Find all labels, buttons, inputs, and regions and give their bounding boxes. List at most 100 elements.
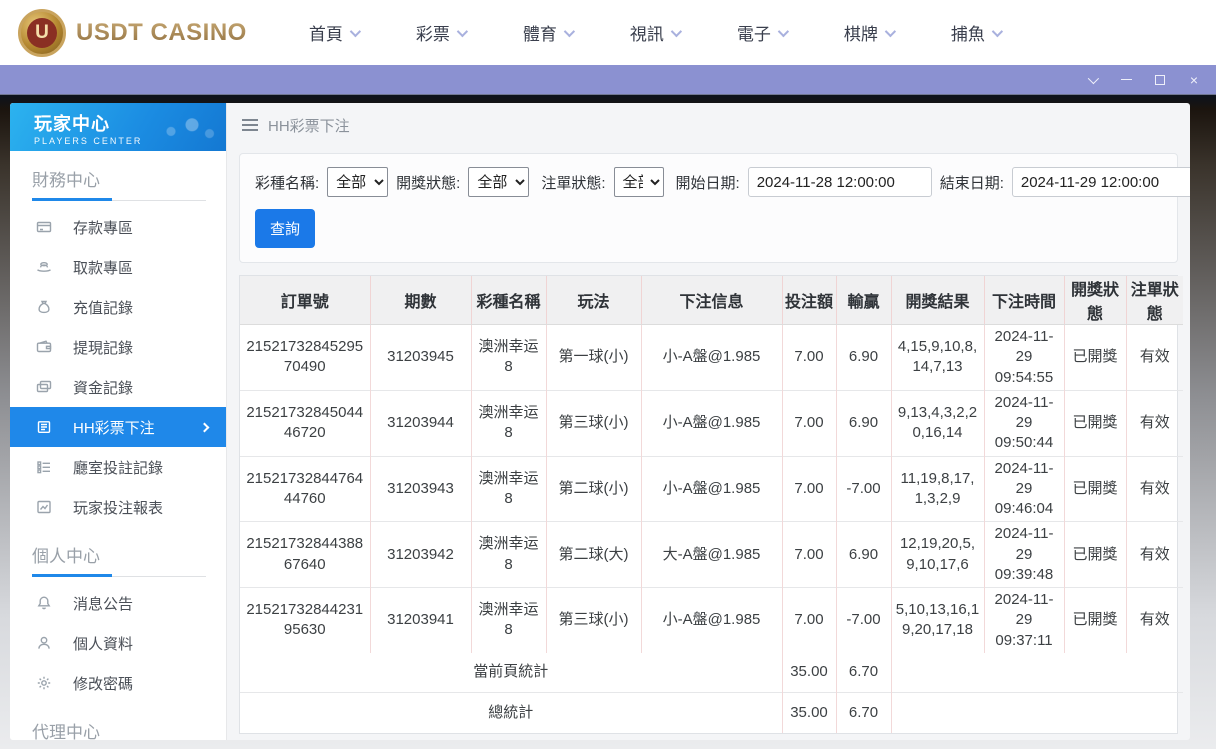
usdt-logo-icon: U [18, 8, 66, 57]
sidebar-item-label: 廳室投註記錄 [73, 459, 164, 477]
bets-table: 訂單號 期數 彩種名稱 玩法 下注信息 投注額 輸贏 開獎結果 下注時間 開獎狀態 注單狀態 215… [240, 276, 1183, 733]
cell-order-no: 2152173284423195630 [240, 586, 370, 653]
start-date-input[interactable] [747, 167, 932, 197]
column-header-bet-time: 下注時間 [983, 276, 1064, 325]
cell-bet-time: 2024-11-29 09:50:44 [983, 389, 1064, 456]
search-button[interactable]: 查詢 [255, 209, 316, 248]
chevron-down-icon [456, 25, 468, 37]
table-row: 2152173284438867640 31203942 澳洲幸运8 第二球(大) 大-… [240, 521, 1183, 588]
cell-order-status: 有效 [1125, 586, 1183, 653]
sidebar-section-title: 個人中心 [32, 547, 100, 566]
order-status-select[interactable]: 全部 [613, 167, 664, 197]
total-summary-row: 總統計 35.00 6.70 [240, 692, 1183, 733]
sidebar-banner-subtitle: PLAYERS CENTER [34, 136, 143, 146]
sidebar-section: 個人中心消息公告 個人資料 修改密碼 [10, 527, 226, 703]
sidebar-item[interactable]: 充值記錄 [10, 287, 226, 327]
cell-lottery-name: 澳洲幸运8 [470, 586, 546, 653]
chevron-down-icon [991, 25, 1003, 37]
lottery-ledger-icon [37, 421, 51, 433]
nav-item-6[interactable]: 棋牌 [844, 20, 896, 45]
cell-order-status: 有效 [1125, 324, 1183, 391]
draw-status-label: 開獎狀態: [396, 174, 461, 192]
column-header-win-loss: 輸贏 [835, 276, 891, 325]
cell-lottery-name: 澳洲幸运8 [470, 455, 546, 522]
table-header-row: 訂單號 期數 彩種名稱 玩法 下注信息 投注額 輸贏 開獎結果 下注時間 開獎狀態 注單狀態 [240, 276, 1183, 325]
end-date-input[interactable] [1011, 167, 1190, 197]
cell-play-type: 第三球(小) [545, 389, 641, 456]
section-divider [32, 198, 206, 201]
cell-bet-time: 2024-11-29 09:39:48 [983, 521, 1064, 588]
lottery-name-select[interactable]: 全部 [327, 167, 389, 197]
background-stage: 玩家中心 PLAYERS CENTER 財務中心存款專區 取款專區充值記錄提現記錄… [0, 95, 1216, 749]
cell-draw-status: 已開獎 [1063, 324, 1126, 391]
cell-draw-status: 已開獎 [1063, 586, 1126, 653]
cell-period: 31203944 [369, 389, 471, 456]
main-content: HH彩票下注 彩種名稱: 全部 開獎狀態: 全部 注單狀態: 全部 開始日期: … [227, 103, 1190, 740]
app-panel: 玩家中心 PLAYERS CENTER 財務中心存款專區 取款專區充值記錄提現記錄… [10, 103, 1190, 740]
sidebar-item[interactable]: 取款專區 [10, 247, 226, 287]
sidebar-section-title: 代理中心 [32, 723, 100, 740]
cell-bet-info: 小-A盤@1.985 [640, 586, 782, 653]
cell-win-loss: 6.90 [835, 521, 891, 588]
draw-status-select[interactable]: 全部 [468, 167, 530, 197]
withdraw-hand-icon [37, 261, 51, 272]
column-header-order-no: 訂單號 [240, 276, 370, 325]
cell-lottery-name: 澳洲幸运8 [470, 521, 546, 588]
page-summary-winloss-total: 6.70 [835, 652, 891, 693]
sidebar-item[interactable]: 個人資料 [10, 623, 226, 663]
nav-item-label: 首頁 [308, 25, 343, 44]
window-maximize-button[interactable] [1150, 70, 1170, 90]
funds-cards-icon [36, 380, 52, 393]
sidebar-item-label: 充值記錄 [73, 299, 134, 317]
column-header-draw-result: 開獎結果 [890, 276, 984, 325]
sidebar-item[interactable]: 消息公告 [10, 583, 226, 623]
sidebar-item[interactable]: 資金記錄 [10, 367, 226, 407]
sidebar-item[interactable]: 提現記錄 [10, 327, 226, 367]
cell-draw-result: 9,13,4,3,2,20,16,14 [890, 389, 984, 456]
nav-item-4[interactable]: 視訊 [630, 20, 682, 45]
cell-win-loss: 6.90 [835, 324, 891, 391]
cell-play-type: 第三球(小) [545, 586, 641, 653]
sidebar-item[interactable]: 玩家投注報表 [10, 487, 226, 527]
cell-bet-amount: 7.00 [781, 455, 836, 522]
column-header-bet-amount: 投注額 [781, 276, 836, 325]
window-minimize-button[interactable] [1116, 70, 1136, 90]
cell-draw-status: 已開獎 [1063, 389, 1126, 456]
nav-item-7[interactable]: 捕魚 [951, 20, 1003, 45]
logo[interactable]: U USDT CASINO [18, 8, 247, 57]
sidebar-item[interactable]: 修改密碼 [10, 663, 226, 703]
table-row: 2152173284476444760 31203943 澳洲幸运8 第二球(小) 小-… [240, 455, 1183, 522]
cell-draw-result: 5,10,13,16,19,20,17,18 [890, 586, 984, 653]
chevron-right-icon [199, 422, 210, 432]
nav-item-3[interactable]: 體育 [523, 20, 575, 45]
cell-win-loss: 6.90 [835, 389, 891, 456]
nav-item-2[interactable]: 彩票 [416, 20, 468, 45]
sidebar-banner: 玩家中心 PLAYERS CENTER [10, 103, 226, 151]
cell-order-status: 有效 [1125, 455, 1183, 522]
room-list-icon [37, 461, 50, 474]
chevron-down-icon [1087, 72, 1100, 84]
cell-win-loss: -7.00 [835, 455, 891, 522]
sidebar-item[interactable]: HH彩票下注 [10, 407, 226, 447]
cell-period: 31203941 [369, 586, 471, 653]
window-dropdown-button[interactable] [1082, 70, 1102, 90]
sidebar-item[interactable]: 存款專區 [10, 207, 226, 247]
cell-period: 31203942 [369, 521, 471, 588]
chevron-down-icon [777, 25, 789, 37]
logo-monogram: U [27, 17, 57, 48]
cell-period: 31203945 [369, 324, 471, 391]
sidebar-section-title: 財務中心 [32, 171, 100, 190]
chevron-down-icon [563, 25, 575, 37]
hamburger-menu-icon[interactable] [241, 117, 259, 133]
window-close-button[interactable]: × [1184, 70, 1204, 90]
nav-item-1[interactable]: 首頁 [308, 20, 361, 45]
deposit-card-icon [36, 221, 52, 233]
total-summary-label: 總統計 [240, 692, 782, 733]
cell-bet-time: 2024-11-29 09:54:55 [983, 324, 1064, 391]
page-title: HH彩票下注 [268, 117, 350, 135]
nav-item-5[interactable]: 電子 [737, 20, 789, 45]
withdrawal-wallet-icon [36, 340, 52, 353]
sidebar-item[interactable]: 廳室投註記錄 [10, 447, 226, 487]
recharge-bag-icon [38, 300, 50, 314]
report-chart-icon [37, 500, 51, 514]
